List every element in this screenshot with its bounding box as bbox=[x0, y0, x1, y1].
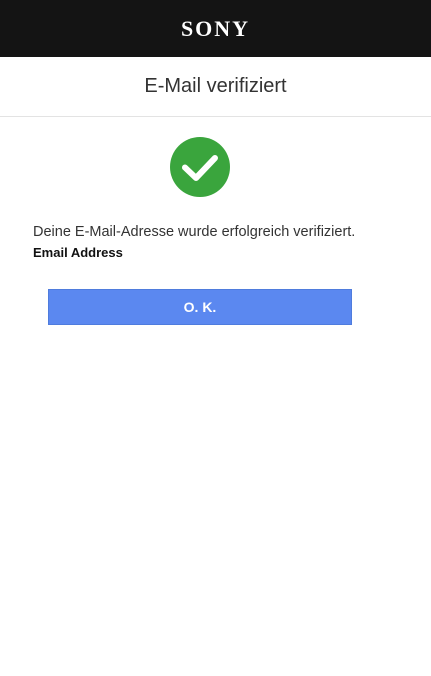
email-address-label: Email Address bbox=[33, 245, 123, 260]
page-title: E-Mail verifiziert bbox=[144, 75, 287, 97]
verification-message: Deine E-Mail-Adresse wurde erfolgreich v… bbox=[33, 224, 356, 240]
checkmark-icon bbox=[182, 155, 218, 181]
ok-button[interactable]: O. K. bbox=[48, 289, 352, 325]
top-bar: SONY bbox=[0, 0, 431, 57]
title-bar: E-Mail verifiziert bbox=[0, 57, 431, 117]
check-circle-icon bbox=[170, 137, 230, 197]
sony-logo: SONY bbox=[180, 16, 251, 41]
